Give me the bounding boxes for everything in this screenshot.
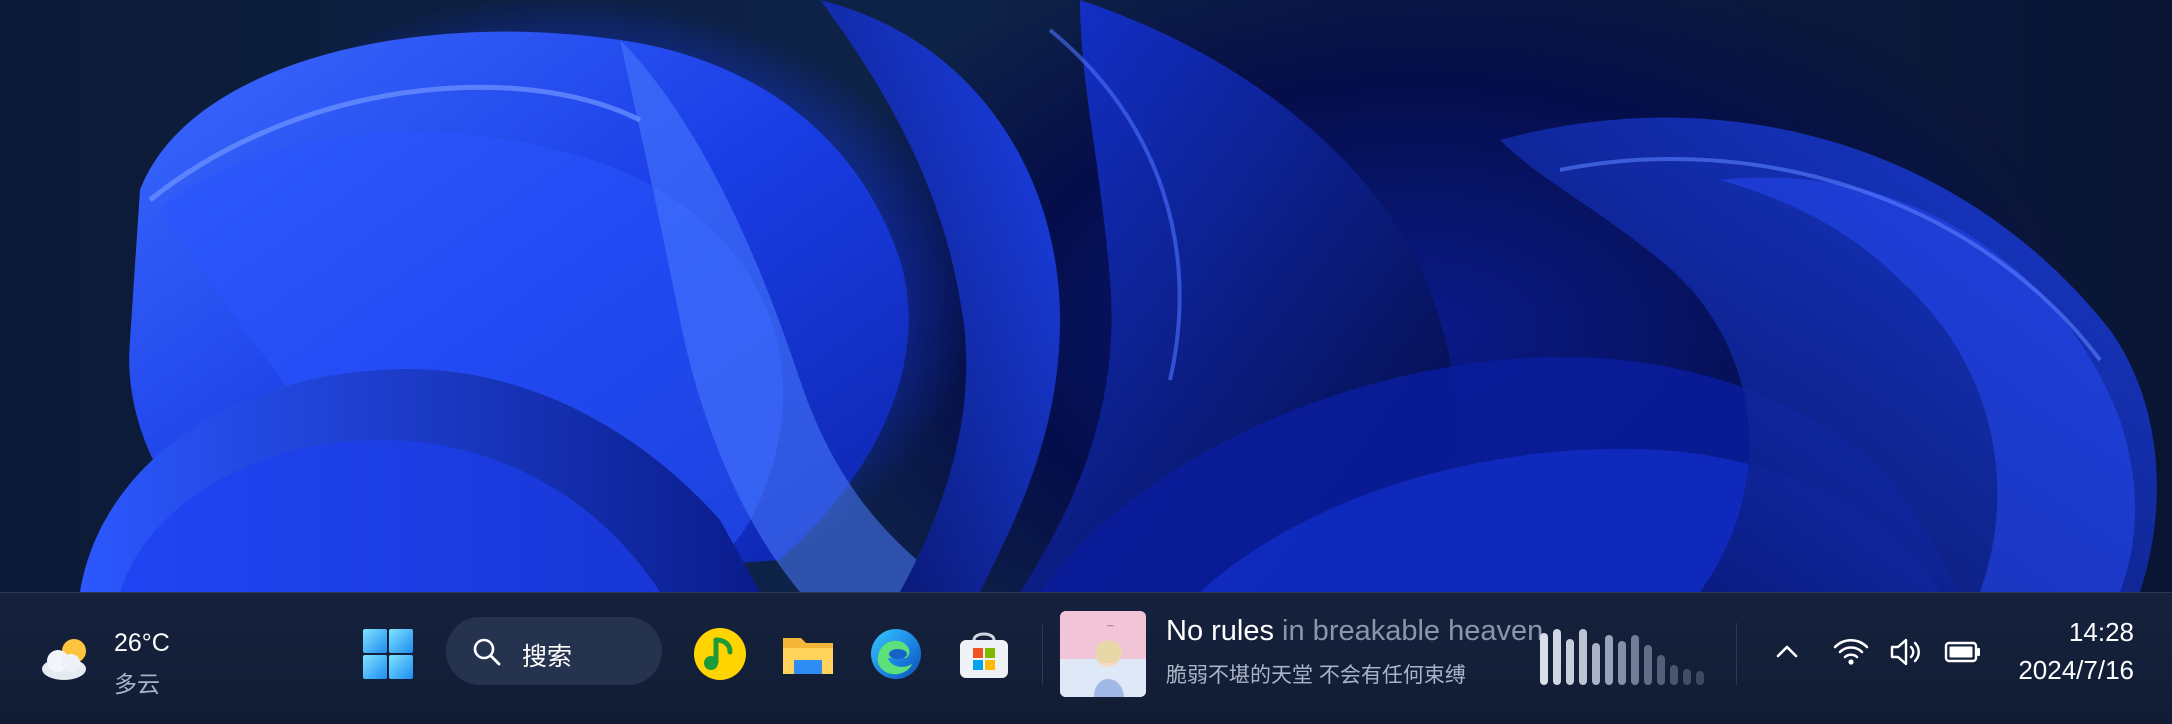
chevron-up-icon[interactable] (1768, 633, 1806, 671)
windows-logo-icon (363, 629, 413, 679)
volume-icon[interactable] (1888, 633, 1926, 671)
clock-date[interactable]: 2024/7/16 (2018, 655, 2134, 686)
qq-music-button[interactable] (692, 626, 748, 682)
visualizer-bar (1631, 635, 1639, 685)
visualizer-bar (1683, 669, 1691, 685)
file-explorer-button[interactable] (780, 626, 836, 682)
album-cover[interactable]: ~ (1060, 611, 1146, 697)
start-button[interactable] (362, 628, 414, 680)
wifi-icon[interactable] (1832, 633, 1870, 671)
visualizer-bar (1657, 655, 1665, 685)
visualizer-bar (1592, 643, 1600, 685)
qq-music-icon (694, 628, 746, 680)
visualizer-bar (1618, 641, 1626, 685)
edge-button[interactable] (868, 626, 924, 682)
now-playing-title-rest: in breakable heaven (1274, 615, 1544, 647)
folder-icon (783, 638, 833, 674)
now-playing-title-main: No rules (1166, 615, 1274, 647)
weather-temperature: 26°C (114, 629, 170, 657)
visualizer-bar (1553, 629, 1561, 685)
visualizer-bar (1696, 671, 1704, 685)
desktop-wallpaper (0, 0, 2172, 592)
microsoft-store-button[interactable] (956, 626, 1012, 682)
store-icon (960, 632, 1008, 678)
search-icon (473, 638, 501, 666)
battery-icon[interactable] (1944, 633, 1982, 671)
clock-time[interactable]: 14:28 (2069, 617, 2134, 648)
weather-condition: 多云 (114, 671, 160, 697)
visualizer-bar (1644, 645, 1652, 685)
visualizer-bar (1605, 635, 1613, 685)
svg-text:~: ~ (1106, 619, 1115, 632)
taskbar-divider (1736, 623, 1737, 685)
search-box[interactable]: 搜索 (446, 617, 662, 685)
search-label: 搜索 (522, 643, 573, 671)
visualizer-bar (1540, 633, 1548, 685)
visualizer-bar (1566, 639, 1574, 685)
taskbar: 26°C 多云 搜索 ~ No rules in breakable heave… (0, 592, 2172, 724)
audio-visualizer (1540, 629, 1710, 685)
weather-widget[interactable]: 26°C 多云 (38, 615, 188, 705)
now-playing-title: No rules in breakable heaven (1166, 615, 1543, 648)
visualizer-bar (1670, 665, 1678, 685)
partly-cloudy-icon (38, 633, 96, 683)
edge-icon (871, 629, 921, 679)
now-playing-lyric: 脆弱不堪的天堂 不会有任何束缚 (1166, 664, 1466, 687)
visualizer-bar (1579, 629, 1587, 685)
taskbar-divider (1042, 623, 1043, 685)
